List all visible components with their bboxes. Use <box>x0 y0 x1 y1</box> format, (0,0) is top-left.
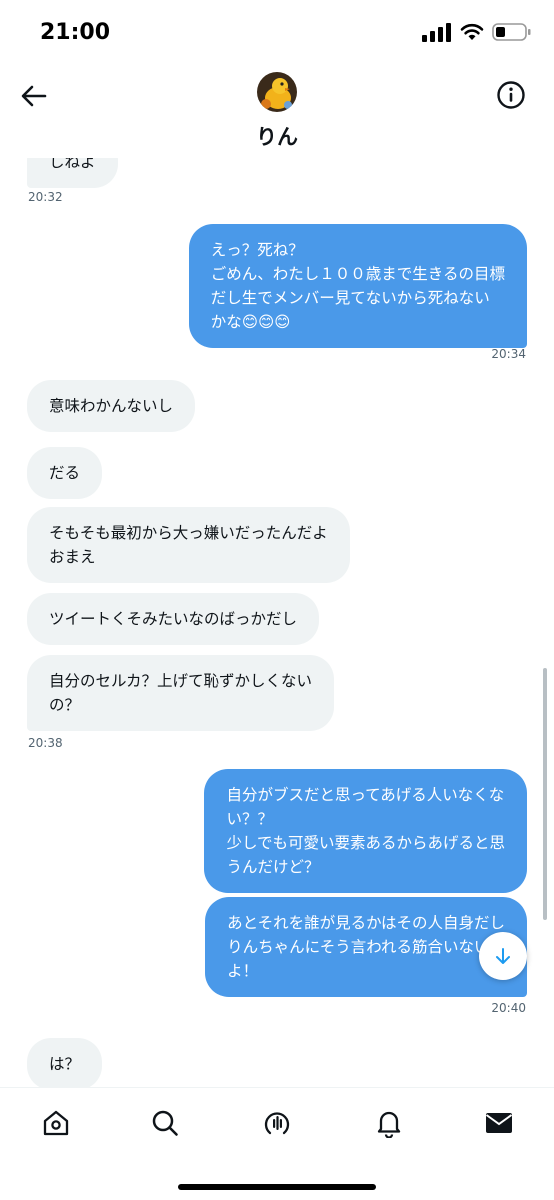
message-list[interactable]: しねよ 20:32 えっ？死ね？ ごめん、わたし１００歳まで生きるの目標 だし生… <box>0 158 554 1087</box>
message-bubble-incoming[interactable]: ツイートくそみたいなのばっかだし <box>27 593 320 645</box>
status-time: 21:00 <box>40 20 111 45</box>
message-bubble-incoming[interactable]: 意味わかんないし <box>27 380 196 432</box>
messages-envelope-icon <box>485 1113 513 1133</box>
info-icon <box>497 81 525 109</box>
message-bubble-incoming[interactable]: 自分のセルカ？上げて恥ずかしくない の？ <box>27 655 335 731</box>
conversation-header: りん <box>0 66 554 158</box>
status-icons <box>422 22 532 46</box>
tab-notifications[interactable] <box>372 1106 406 1140</box>
contact-name[interactable]: りん <box>0 121 554 151</box>
message-bubble-outgoing[interactable]: あとそれを誰が見るかはその人自身だし りんちゃんにそう言われる筋合いない よ！ <box>205 897 527 997</box>
cellular-signal-icon <box>422 22 452 46</box>
tab-search[interactable] <box>148 1106 182 1140</box>
message-timestamp: 20:40 <box>491 1001 526 1015</box>
search-icon <box>152 1110 178 1136</box>
message-bubble-incoming[interactable]: は？ <box>27 1038 103 1087</box>
message-bubble-incoming[interactable]: しねよ <box>27 158 118 188</box>
back-arrow-icon <box>21 85 47 107</box>
home-indicator <box>178 1184 376 1190</box>
tab-spaces[interactable] <box>260 1106 294 1140</box>
tab-home[interactable] <box>39 1106 73 1140</box>
battery-icon <box>492 22 532 46</box>
info-button[interactable] <box>494 78 528 112</box>
avatar[interactable] <box>257 72 297 112</box>
scroll-to-bottom-button[interactable] <box>479 932 527 980</box>
message-bubble-incoming[interactable]: だる <box>27 447 103 499</box>
spaces-icon <box>264 1112 290 1135</box>
notifications-bell-icon <box>377 1111 401 1138</box>
wifi-icon <box>460 22 484 46</box>
arrow-down-icon <box>496 948 510 964</box>
message-timestamp: 20:38 <box>28 736 63 750</box>
home-icon <box>43 1110 69 1136</box>
message-bubble-outgoing[interactable]: えっ？死ね？ ごめん、わたし１００歳まで生きるの目標 だし生でメンバー見てないか… <box>188 224 527 348</box>
message-timestamp: 20:32 <box>28 190 63 204</box>
back-button[interactable] <box>14 78 54 114</box>
message-bubble-outgoing[interactable]: 自分がブスだと思ってあげる人いなくな い？？ 少しでも可愛い要素あるからあげると… <box>204 769 527 893</box>
scrollbar[interactable] <box>543 668 547 920</box>
message-timestamp: 20:34 <box>491 347 526 361</box>
status-bar: 21:00 <box>0 0 554 66</box>
message-bubble-incoming[interactable]: そもそも最初から大っ嫌いだったんだよ おまえ <box>27 507 350 583</box>
tab-messages[interactable] <box>482 1106 516 1140</box>
